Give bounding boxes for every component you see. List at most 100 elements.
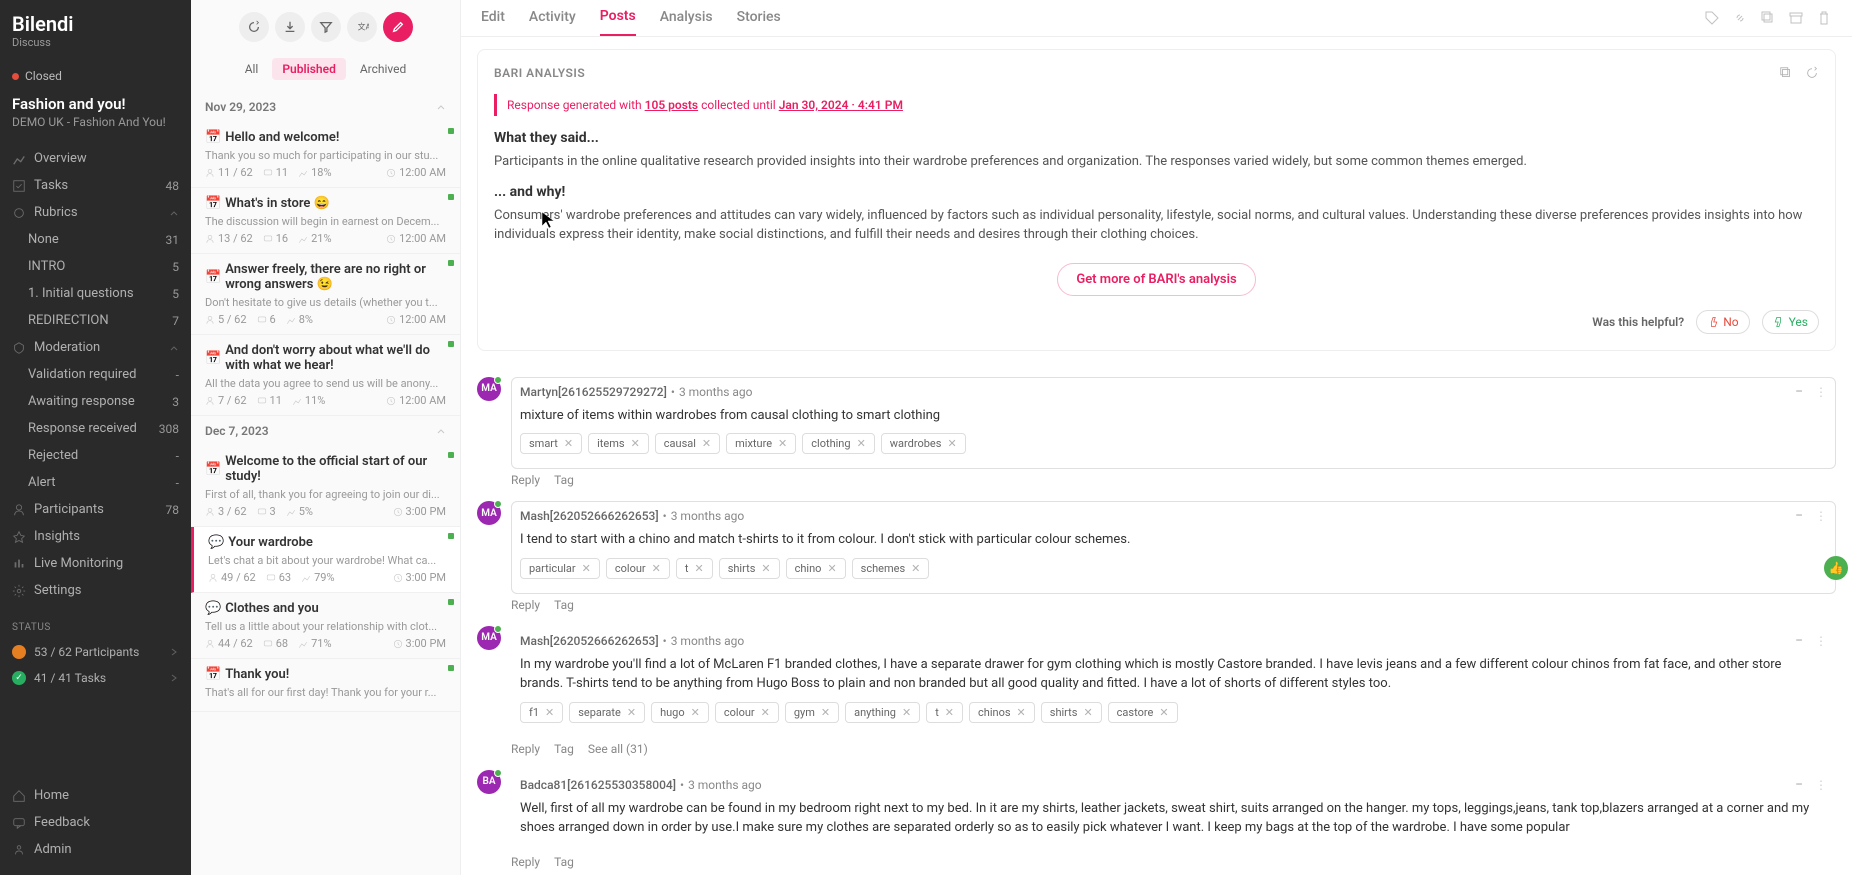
collapse-icon[interactable]: −	[1795, 508, 1803, 524]
date-header[interactable]: Dec 7, 2023	[191, 416, 460, 446]
tag-chip[interactable]: particular✕	[520, 558, 600, 579]
avatar[interactable]: MA	[477, 626, 501, 650]
tag-chip[interactable]: smart✕	[520, 433, 582, 454]
rubric-item[interactable]: REDIRECTION7	[0, 307, 191, 334]
tag-button[interactable]: Tag	[554, 598, 574, 612]
more-icon[interactable]: ⋮	[1815, 385, 1827, 399]
tag-chip[interactable]: items✕	[588, 433, 649, 454]
comments-list[interactable]: MA Martyn[261625529729272] • 3 months ag…	[461, 363, 1852, 875]
remove-tag-icon[interactable]: ✕	[691, 706, 700, 719]
remove-tag-icon[interactable]: ✕	[902, 706, 911, 719]
remove-tag-icon[interactable]: ✕	[694, 562, 703, 575]
post-card[interactable]: 📅 Answer freely, there are no right or w…	[191, 254, 460, 335]
refresh-button[interactable]	[239, 12, 269, 42]
collapse-icon[interactable]: −	[1795, 777, 1803, 793]
nav-admin[interactable]: Admin	[0, 836, 191, 863]
nav-moderation[interactable]: Moderation	[0, 334, 191, 361]
remove-tag-icon[interactable]: ✕	[564, 437, 573, 450]
reply-button[interactable]: Reply	[511, 473, 540, 487]
download-button[interactable]	[275, 12, 305, 42]
tag-chip[interactable]: mixture✕	[726, 433, 796, 454]
remove-tag-icon[interactable]: ✕	[761, 706, 770, 719]
tab-posts[interactable]: Posts	[600, 8, 636, 36]
remove-tag-icon[interactable]: ✕	[582, 562, 591, 575]
tag-chip[interactable]: gym✕	[785, 702, 839, 723]
tag-button[interactable]: Tag	[554, 742, 574, 756]
thumbs-up-fab[interactable]: 👍	[1824, 556, 1848, 580]
post-card[interactable]: 📅 Hello and welcome! Thank you so much f…	[191, 122, 460, 188]
avatar[interactable]: MA	[477, 501, 501, 525]
rubric-item[interactable]: 1. Initial questions5	[0, 280, 191, 307]
comment-author[interactable]: Badca81[261625530358004]	[520, 778, 676, 792]
tag-chip[interactable]: castore✕	[1108, 702, 1178, 723]
tag-chip[interactable]: anything✕	[845, 702, 920, 723]
rubric-item[interactable]: INTRO5	[0, 253, 191, 280]
tab-stories[interactable]: Stories	[737, 9, 781, 35]
comment-author[interactable]: Martyn[261625529729272]	[520, 385, 667, 399]
trash-icon[interactable]	[1816, 10, 1832, 26]
more-icon[interactable]: ⋮	[1815, 634, 1827, 648]
vote-no-button[interactable]: No	[1696, 310, 1749, 334]
tag-button[interactable]: Tag	[554, 473, 574, 487]
nav-insights[interactable]: Insights	[0, 523, 191, 550]
remove-tag-icon[interactable]: ✕	[702, 437, 711, 450]
moderation-item[interactable]: Awaiting response3	[0, 388, 191, 415]
remove-tag-icon[interactable]: ✕	[545, 706, 554, 719]
tag-icon[interactable]	[1704, 10, 1720, 26]
moderation-item[interactable]: Alert-	[0, 469, 191, 496]
nav-settings[interactable]: Settings	[0, 577, 191, 604]
copy-icon[interactable]	[1779, 66, 1793, 80]
remove-tag-icon[interactable]: ✕	[631, 437, 640, 450]
post-list[interactable]: Nov 29, 2023 📅 Hello and welcome! Thank …	[191, 92, 460, 875]
get-more-analysis-button[interactable]: Get more of BARI's analysis	[1057, 263, 1255, 296]
avatar[interactable]: BA	[477, 770, 501, 794]
nav-rubrics[interactable]: Rubrics	[0, 199, 191, 226]
tag-chip[interactable]: chino✕	[786, 558, 846, 579]
collapse-icon[interactable]: −	[1795, 633, 1803, 649]
tag-chip[interactable]: t✕	[926, 702, 963, 723]
reply-button[interactable]: Reply	[511, 855, 540, 869]
avatar[interactable]: MA	[477, 377, 501, 401]
archive-icon[interactable]	[1788, 10, 1804, 26]
moderation-item[interactable]: Rejected-	[0, 442, 191, 469]
tab-edit[interactable]: Edit	[481, 9, 505, 35]
remove-tag-icon[interactable]: ✕	[627, 706, 636, 719]
remove-tag-icon[interactable]: ✕	[1017, 706, 1026, 719]
nav-live[interactable]: Live Monitoring	[0, 550, 191, 577]
copy-icon[interactable]	[1760, 10, 1776, 26]
remove-tag-icon[interactable]: ✕	[827, 562, 836, 575]
remove-tag-icon[interactable]: ✕	[1159, 706, 1168, 719]
filter-published[interactable]: Published	[272, 58, 345, 80]
post-card[interactable]: 📅 And don't worry about what we'll do wi…	[191, 335, 460, 416]
moderation-item[interactable]: Response received308	[0, 415, 191, 442]
tag-chip[interactable]: clothing✕	[802, 433, 875, 454]
nav-participants[interactable]: Participants 78	[0, 496, 191, 523]
tag-chip[interactable]: causal✕	[655, 433, 720, 454]
comment-author[interactable]: Mash[262052666262653]	[520, 509, 659, 523]
date-link[interactable]: Jan 30, 2024 · 4:41 PM	[779, 98, 903, 112]
reply-button[interactable]: Reply	[511, 598, 540, 612]
post-card[interactable]: 📅 Thank you! That's all for our first da…	[191, 659, 460, 712]
remove-tag-icon[interactable]: ✕	[778, 437, 787, 450]
collapse-icon[interactable]: −	[1795, 384, 1803, 400]
tag-chip[interactable]: hugo✕	[651, 702, 709, 723]
tag-chip[interactable]: chinos✕	[969, 702, 1035, 723]
remove-tag-icon[interactable]: ✕	[945, 706, 954, 719]
reply-button[interactable]: Reply	[511, 742, 540, 756]
remove-tag-icon[interactable]: ✕	[821, 706, 830, 719]
tag-chip[interactable]: f1✕	[520, 702, 563, 723]
vote-yes-button[interactable]: Yes	[1762, 310, 1819, 334]
tag-chip[interactable]: shirts✕	[1041, 702, 1102, 723]
remove-tag-icon[interactable]: ✕	[947, 437, 956, 450]
remove-tag-icon[interactable]: ✕	[857, 437, 866, 450]
compose-button[interactable]	[383, 12, 413, 42]
tag-chip[interactable]: colour✕	[606, 558, 670, 579]
tag-chip[interactable]: colour✕	[715, 702, 779, 723]
moderation-item[interactable]: Validation required-	[0, 361, 191, 388]
post-card[interactable]: 💬 Your wardrobe Let's chat a bit about y…	[191, 527, 460, 593]
tag-chip[interactable]: wardrobes✕	[881, 433, 966, 454]
nav-overview[interactable]: Overview	[0, 145, 191, 172]
tab-activity[interactable]: Activity	[529, 9, 576, 35]
tag-chip[interactable]: schemes✕	[852, 558, 930, 579]
remove-tag-icon[interactable]: ✕	[911, 562, 920, 575]
